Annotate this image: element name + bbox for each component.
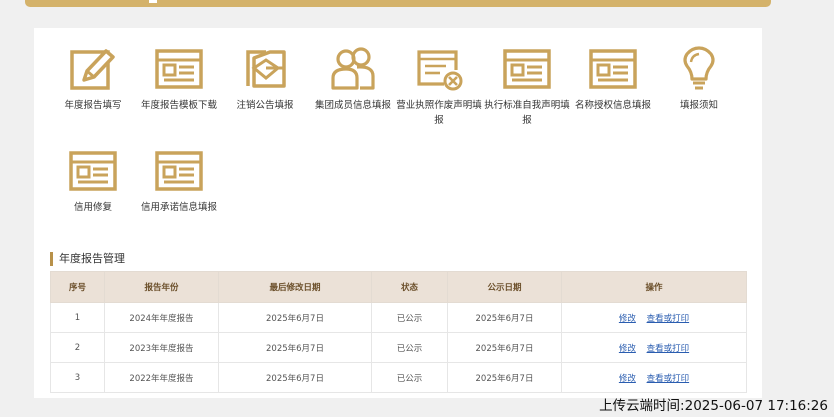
edit-icon <box>70 49 115 90</box>
grid-item-label: 信用承诺信息填报 <box>140 202 217 213</box>
edit-link[interactable]: 修改 <box>619 374 636 384</box>
cell-year: 2022年年度报告 <box>104 362 219 393</box>
grid-item-label: 年度报告模板下载 <box>140 100 217 111</box>
view-print-link[interactable]: 查看或打印 <box>647 374 690 384</box>
table-row: 2 2023年年度报告 2025年6月7日 已公示 2025年6月7日 修改 查… <box>50 332 747 363</box>
grid-item-label: 信用修复 <box>73 202 112 213</box>
credit-commitment-icon <box>155 151 203 191</box>
credit-repair-icon <box>69 151 117 191</box>
grid-item-template-download[interactable]: 年度报告模板下载 <box>136 46 222 113</box>
cell-status: 已公示 <box>371 302 448 333</box>
grid-item-annual-report-fill[interactable]: 年度报告填写 <box>50 46 136 113</box>
cell-status: 已公示 <box>371 362 448 393</box>
grid-item-label: 年度报告填写 <box>64 100 122 111</box>
template-download-icon <box>155 49 203 89</box>
cell-published: 2025年6月7日 <box>447 362 562 393</box>
table-header-row: 序号 报告年份 最后修改日期 状态 公示日期 操作 <box>50 271 747 303</box>
view-print-link[interactable]: 查看或打印 <box>647 314 690 324</box>
name-authorization-icon <box>589 49 637 89</box>
cell-index: 2 <box>50 332 105 363</box>
group-members-icon <box>331 47 375 90</box>
grid-item-label: 填报须知 <box>679 100 718 111</box>
header-status: 状态 <box>371 271 448 303</box>
cell-actions: 修改 查看或打印 <box>561 332 747 363</box>
grid-item-label: 营业执照作废声明填报 <box>396 100 482 126</box>
main-panel: 年度报告填写 年度报告模板下载 注销公告填报 集团成员信息填报 营业执照作废声明… <box>34 28 762 398</box>
grid-item-standard-declaration[interactable]: 执行标准自我声明填报 <box>484 46 570 128</box>
view-print-link[interactable]: 查看或打印 <box>647 344 690 354</box>
header-year: 报告年份 <box>104 271 219 303</box>
grid-item-name-authorization[interactable]: 名称授权信息填报 <box>570 46 656 113</box>
grid-item-credit-commitment[interactable]: 信用承诺信息填报 <box>136 148 222 215</box>
header-modified: 最后修改日期 <box>218 271 372 303</box>
standard-declaration-icon <box>503 49 551 89</box>
cell-index: 1 <box>50 302 105 333</box>
upload-timestamp: 上传云端时间:2025-06-07 17:16:26 <box>599 398 828 414</box>
header-actions: 操作 <box>561 271 747 303</box>
cell-year: 2024年年度报告 <box>104 302 219 333</box>
cell-year: 2023年年度报告 <box>104 332 219 363</box>
grid-item-filing-notice[interactable]: 填报须知 <box>656 46 742 113</box>
header-published: 公示日期 <box>447 271 562 303</box>
edit-link[interactable]: 修改 <box>619 314 636 324</box>
grid-item-license-void[interactable]: 营业执照作废声明填报 <box>396 46 482 128</box>
grid-item-label: 集团成员信息填报 <box>314 100 391 111</box>
grid-item-label: 注销公告填报 <box>236 100 294 111</box>
banner-icon <box>149 0 157 3</box>
table-row: 3 2022年年度报告 2025年6月7日 已公示 2025年6月7日 修改 查… <box>50 362 747 393</box>
grid-item-label: 执行标准自我声明填报 <box>484 100 570 126</box>
cell-index: 3 <box>50 362 105 393</box>
grid-item-cancel-notice[interactable]: 注销公告填报 <box>222 46 308 113</box>
lightbulb-icon <box>683 46 715 90</box>
header-index: 序号 <box>50 271 105 303</box>
grid-item-label: 名称授权信息填报 <box>574 100 651 111</box>
top-banner <box>25 0 771 7</box>
license-void-icon <box>417 50 463 91</box>
annual-report-table: 序号 报告年份 最后修改日期 状态 公示日期 操作 1 2024年年度报告 20… <box>50 271 747 393</box>
edit-link[interactable]: 修改 <box>619 344 636 354</box>
cell-published: 2025年6月7日 <box>447 332 562 363</box>
cell-actions: 修改 查看或打印 <box>561 302 747 333</box>
grid-item-group-members[interactable]: 集团成员信息填报 <box>310 46 396 113</box>
cell-actions: 修改 查看或打印 <box>561 362 747 393</box>
cell-published: 2025年6月7日 <box>447 302 562 333</box>
section-title: 年度报告管理 <box>50 252 125 266</box>
cancel-notice-icon <box>246 50 286 88</box>
cell-status: 已公示 <box>371 332 448 363</box>
cell-modified: 2025年6月7日 <box>218 332 372 363</box>
cell-modified: 2025年6月7日 <box>218 362 372 393</box>
table-row: 1 2024年年度报告 2025年6月7日 已公示 2025年6月7日 修改 查… <box>50 302 747 333</box>
cell-modified: 2025年6月7日 <box>218 302 372 333</box>
grid-item-credit-repair[interactable]: 信用修复 <box>50 148 136 215</box>
